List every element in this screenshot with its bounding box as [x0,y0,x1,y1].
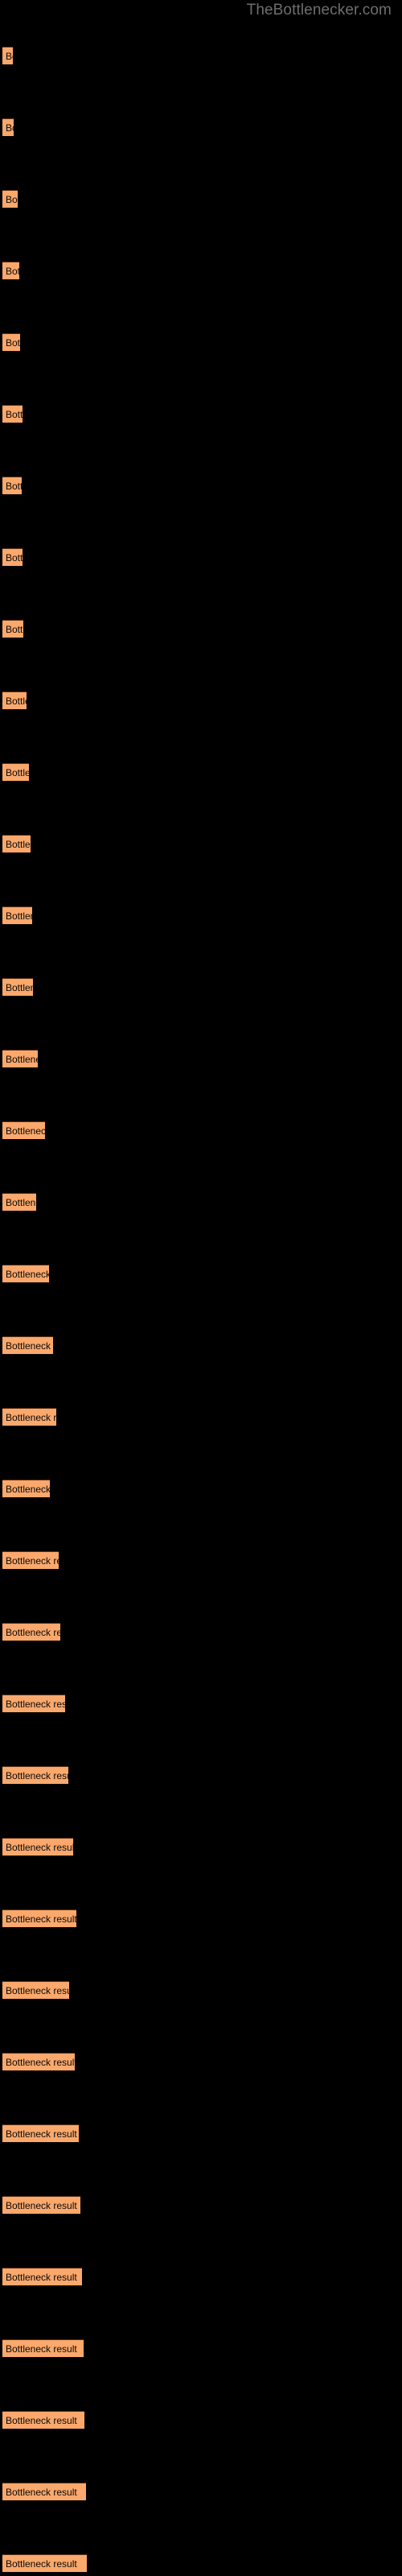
bottleneck-bar-chart: TheBottlenecker.com Bottleneck resultBot… [0,0,402,2576]
bar-bottleneck-result[interactable]: Bottleneck result [2,1121,45,1139]
bar-label: Bottleneck result [6,2414,77,2426]
bar-bottleneck-result[interactable]: Bottleneck result [2,1408,56,1426]
bar-bottleneck-result[interactable]: Bottleneck result [2,190,18,208]
bar-label: Bottleneck result [6,1411,56,1423]
bar-bottleneck-result[interactable]: Bottleneck result [2,1766,68,1784]
bar-label: Bottleneck result [6,1698,65,1710]
bar-label: Bottleneck result [6,551,23,564]
bar-label: Bottleneck result [6,981,33,993]
bar-label: Bottleneck result [6,2128,77,2140]
bar-bottleneck-result[interactable]: Bottleneck result [2,405,23,423]
bar-label: Bottleneck result [6,1913,76,1925]
bar-label: Bottleneck result [6,2199,77,2211]
bar-bottleneck-result[interactable]: Bottleneck result [2,763,29,781]
bar-bottleneck-result[interactable]: Bottleneck result [2,1623,60,1641]
bar-bottleneck-result[interactable]: Bottleneck result [2,2339,84,2357]
bar-bottleneck-result[interactable]: Bottleneck result [2,2554,87,2572]
bar-bottleneck-result[interactable]: Bottleneck result [2,1695,65,1712]
bar-label: Bottleneck result [6,838,31,850]
bar-label: Bottleneck result [6,1769,68,1781]
bar-label: Bottleneck result [6,1841,73,1853]
bar-bottleneck-result[interactable]: Bottleneck result [2,2124,79,2142]
bar-bottleneck-result[interactable]: Bottleneck result [2,262,19,279]
bar-bottleneck-result[interactable]: Bottleneck result [2,691,27,709]
bar-bottleneck-result[interactable]: Bottleneck result [2,1981,69,1999]
bar-bottleneck-result[interactable]: Bottleneck result [2,2053,75,2070]
bar-label: Bottleneck result [6,408,23,420]
bar-bottleneck-result[interactable]: Bottleneck result [2,47,13,64]
bar-bottleneck-result[interactable]: Bottleneck result [2,1551,59,1569]
bar-bottleneck-result[interactable]: Bottleneck result [2,835,31,852]
bar-label: Bottleneck result [6,623,23,635]
bar-bottleneck-result[interactable]: Bottleneck result [2,1265,49,1282]
bar-label: Bottleneck result [6,1268,49,1280]
bar-label: Bottleneck result [6,766,29,778]
bar-label: Bottleneck result [6,910,32,922]
bar-label: Bottleneck result [6,1340,53,1352]
bar-label: Bottleneck result [6,122,14,134]
bar-bottleneck-result[interactable]: Bottleneck result [2,906,32,924]
bar-bottleneck-result[interactable]: Bottleneck result [2,1050,38,1067]
bar-label: Bottleneck result [6,1554,59,1567]
bar-bottleneck-result[interactable]: Bottleneck result [2,477,22,494]
bar-label: Bottleneck result [6,1053,38,1065]
bar-bottleneck-result[interactable]: Bottleneck result [2,2196,80,2214]
bar-series-container: Bottleneck result Bottleneck result Bottle… [0,0,402,2576]
bar-label: Bottleneck result [6,1626,60,1638]
bar-label: Bottleneck result [6,2343,77,2355]
bar-bottleneck-result[interactable]: Bottleneck result [2,118,14,136]
bar-label: Bottleneck result [6,2271,77,2283]
bar-label: Bottleneck result [6,2056,75,2068]
bar-bottleneck-result[interactable]: Bottleneck result [2,620,23,638]
bar-bottleneck-result[interactable]: Bottleneck result [2,978,33,996]
bar-bottleneck-result[interactable]: Bottleneck result [2,548,23,566]
bar-bottleneck-result[interactable]: Bottleneck result [2,1838,73,1856]
bar-bottleneck-result[interactable]: Bottleneck result [2,333,20,351]
bar-label: Bottleneck result [6,1984,69,1996]
bar-bottleneck-result[interactable]: Bottleneck result [2,1480,50,1497]
bar-label: Bottleneck result [6,2486,77,2498]
bar-label: Bottleneck result [6,193,18,205]
bar-bottleneck-result[interactable]: Bottleneck result [2,2411,84,2429]
bar-label: Bottleneck result [6,480,22,492]
bar-bottleneck-result[interactable]: Bottleneck result [2,2483,86,2500]
bar-label: Bottleneck result [6,265,19,277]
bar-bottleneck-result[interactable]: Bottleneck result [2,1193,36,1211]
bar-bottleneck-result[interactable]: Bottleneck result [2,2268,82,2285]
bar-label: Bottleneck result [6,2557,77,2570]
bar-label: Bottleneck result [6,1196,36,1208]
bar-label: Bottleneck result [6,50,13,62]
bar-label: Bottleneck result [6,1483,50,1495]
bar-bottleneck-result[interactable]: Bottleneck result [2,1909,76,1927]
bar-bottleneck-result[interactable]: Bottleneck result [2,1336,53,1354]
bar-label: Bottleneck result [6,695,27,707]
bar-label: Bottleneck result [6,336,20,349]
bar-label: Bottleneck result [6,1125,45,1137]
